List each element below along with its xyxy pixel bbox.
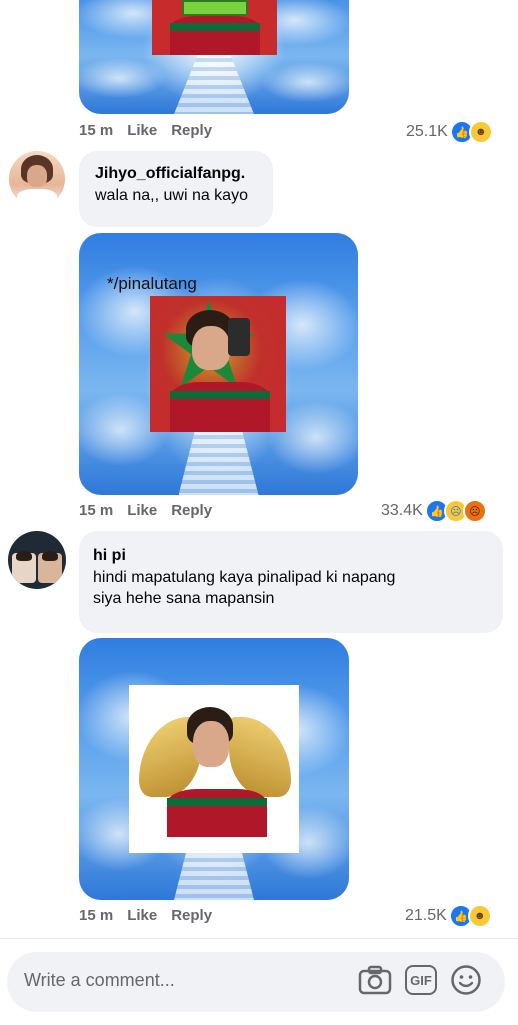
reaction-summary-2[interactable]: 33.4K 👍 ☹ ☹ bbox=[381, 499, 487, 523]
reaction-count: 33.4K bbox=[381, 502, 423, 519]
comment-text-line-2: siya hehe sana mapansin bbox=[93, 590, 275, 607]
reply-link[interactable]: Reply bbox=[171, 122, 212, 139]
comment-text: wala na,, uwi na kayo bbox=[95, 187, 248, 204]
angry-reaction-icon: ☹ bbox=[462, 499, 487, 523]
green-sticker bbox=[182, 0, 248, 16]
timestamp: 15 m bbox=[79, 122, 114, 139]
reaction-count: 21.5K bbox=[405, 907, 447, 924]
emoji-icon[interactable] bbox=[450, 964, 482, 996]
comment-meta-1: 15 m Like Reply bbox=[79, 122, 226, 139]
commenter-name[interactable]: Jihyo_officialfanpg. bbox=[95, 165, 257, 183]
comment-bubble[interactable]: Jihyo_officialfanpg. wala na,, uwi na ka… bbox=[79, 151, 273, 227]
right-wing bbox=[229, 717, 291, 797]
avatar[interactable] bbox=[9, 151, 65, 207]
jersey bbox=[170, 16, 260, 55]
reply-link[interactable]: Reply bbox=[171, 907, 212, 924]
jersey bbox=[167, 789, 267, 837]
like-link[interactable]: Like bbox=[127, 502, 157, 519]
timestamp: 15 m bbox=[79, 502, 114, 519]
meme-photo bbox=[152, 0, 277, 55]
reaction-count: 25.1K bbox=[406, 123, 448, 140]
comment-image-1[interactable] bbox=[79, 0, 349, 114]
timestamp: 15 m bbox=[79, 907, 114, 924]
gif-icon[interactable]: GIF bbox=[405, 965, 437, 995]
jersey bbox=[170, 382, 270, 432]
avatar-face bbox=[27, 165, 47, 187]
avatar-hair bbox=[42, 551, 58, 561]
comment-text-line-1: hindi mapatulang kaya pinalipad ki napan… bbox=[93, 569, 396, 586]
comment-placeholder: Write a comment... bbox=[24, 970, 175, 990]
haha-reaction-icon: ☻ bbox=[467, 904, 492, 928]
comment-meta-2: 15 m Like Reply bbox=[79, 502, 226, 519]
face bbox=[193, 721, 229, 767]
haha-reaction-icon: ☻ bbox=[468, 120, 493, 144]
comment-image-3[interactable] bbox=[79, 638, 349, 900]
avatar-hair bbox=[16, 551, 32, 561]
commenter-name[interactable]: hi pi bbox=[93, 547, 489, 565]
reaction-summary-1[interactable]: 25.1K 👍 ☻ bbox=[406, 120, 493, 144]
reply-link[interactable]: Reply bbox=[171, 502, 212, 519]
comment-meta-3: 15 m Like Reply bbox=[79, 907, 226, 924]
comment-image-2[interactable]: */pinalutang ★ bbox=[79, 233, 358, 495]
avatar-shirt bbox=[17, 189, 57, 207]
phone bbox=[228, 318, 250, 356]
face bbox=[192, 326, 230, 370]
avatar[interactable] bbox=[8, 531, 66, 589]
gif-label: GIF bbox=[410, 972, 432, 988]
meme-photo bbox=[129, 685, 299, 853]
image-caption: */pinalutang bbox=[107, 274, 197, 293]
camera-icon[interactable] bbox=[358, 964, 392, 996]
reaction-summary-3[interactable]: 21.5K 👍 ☻ bbox=[405, 904, 492, 928]
comment-bubble[interactable]: hi pi hindi mapatulang kaya pinalipad ki… bbox=[79, 531, 503, 633]
meme-photo: ★ bbox=[150, 296, 286, 432]
like-link[interactable]: Like bbox=[127, 907, 157, 924]
like-link[interactable]: Like bbox=[127, 122, 157, 139]
